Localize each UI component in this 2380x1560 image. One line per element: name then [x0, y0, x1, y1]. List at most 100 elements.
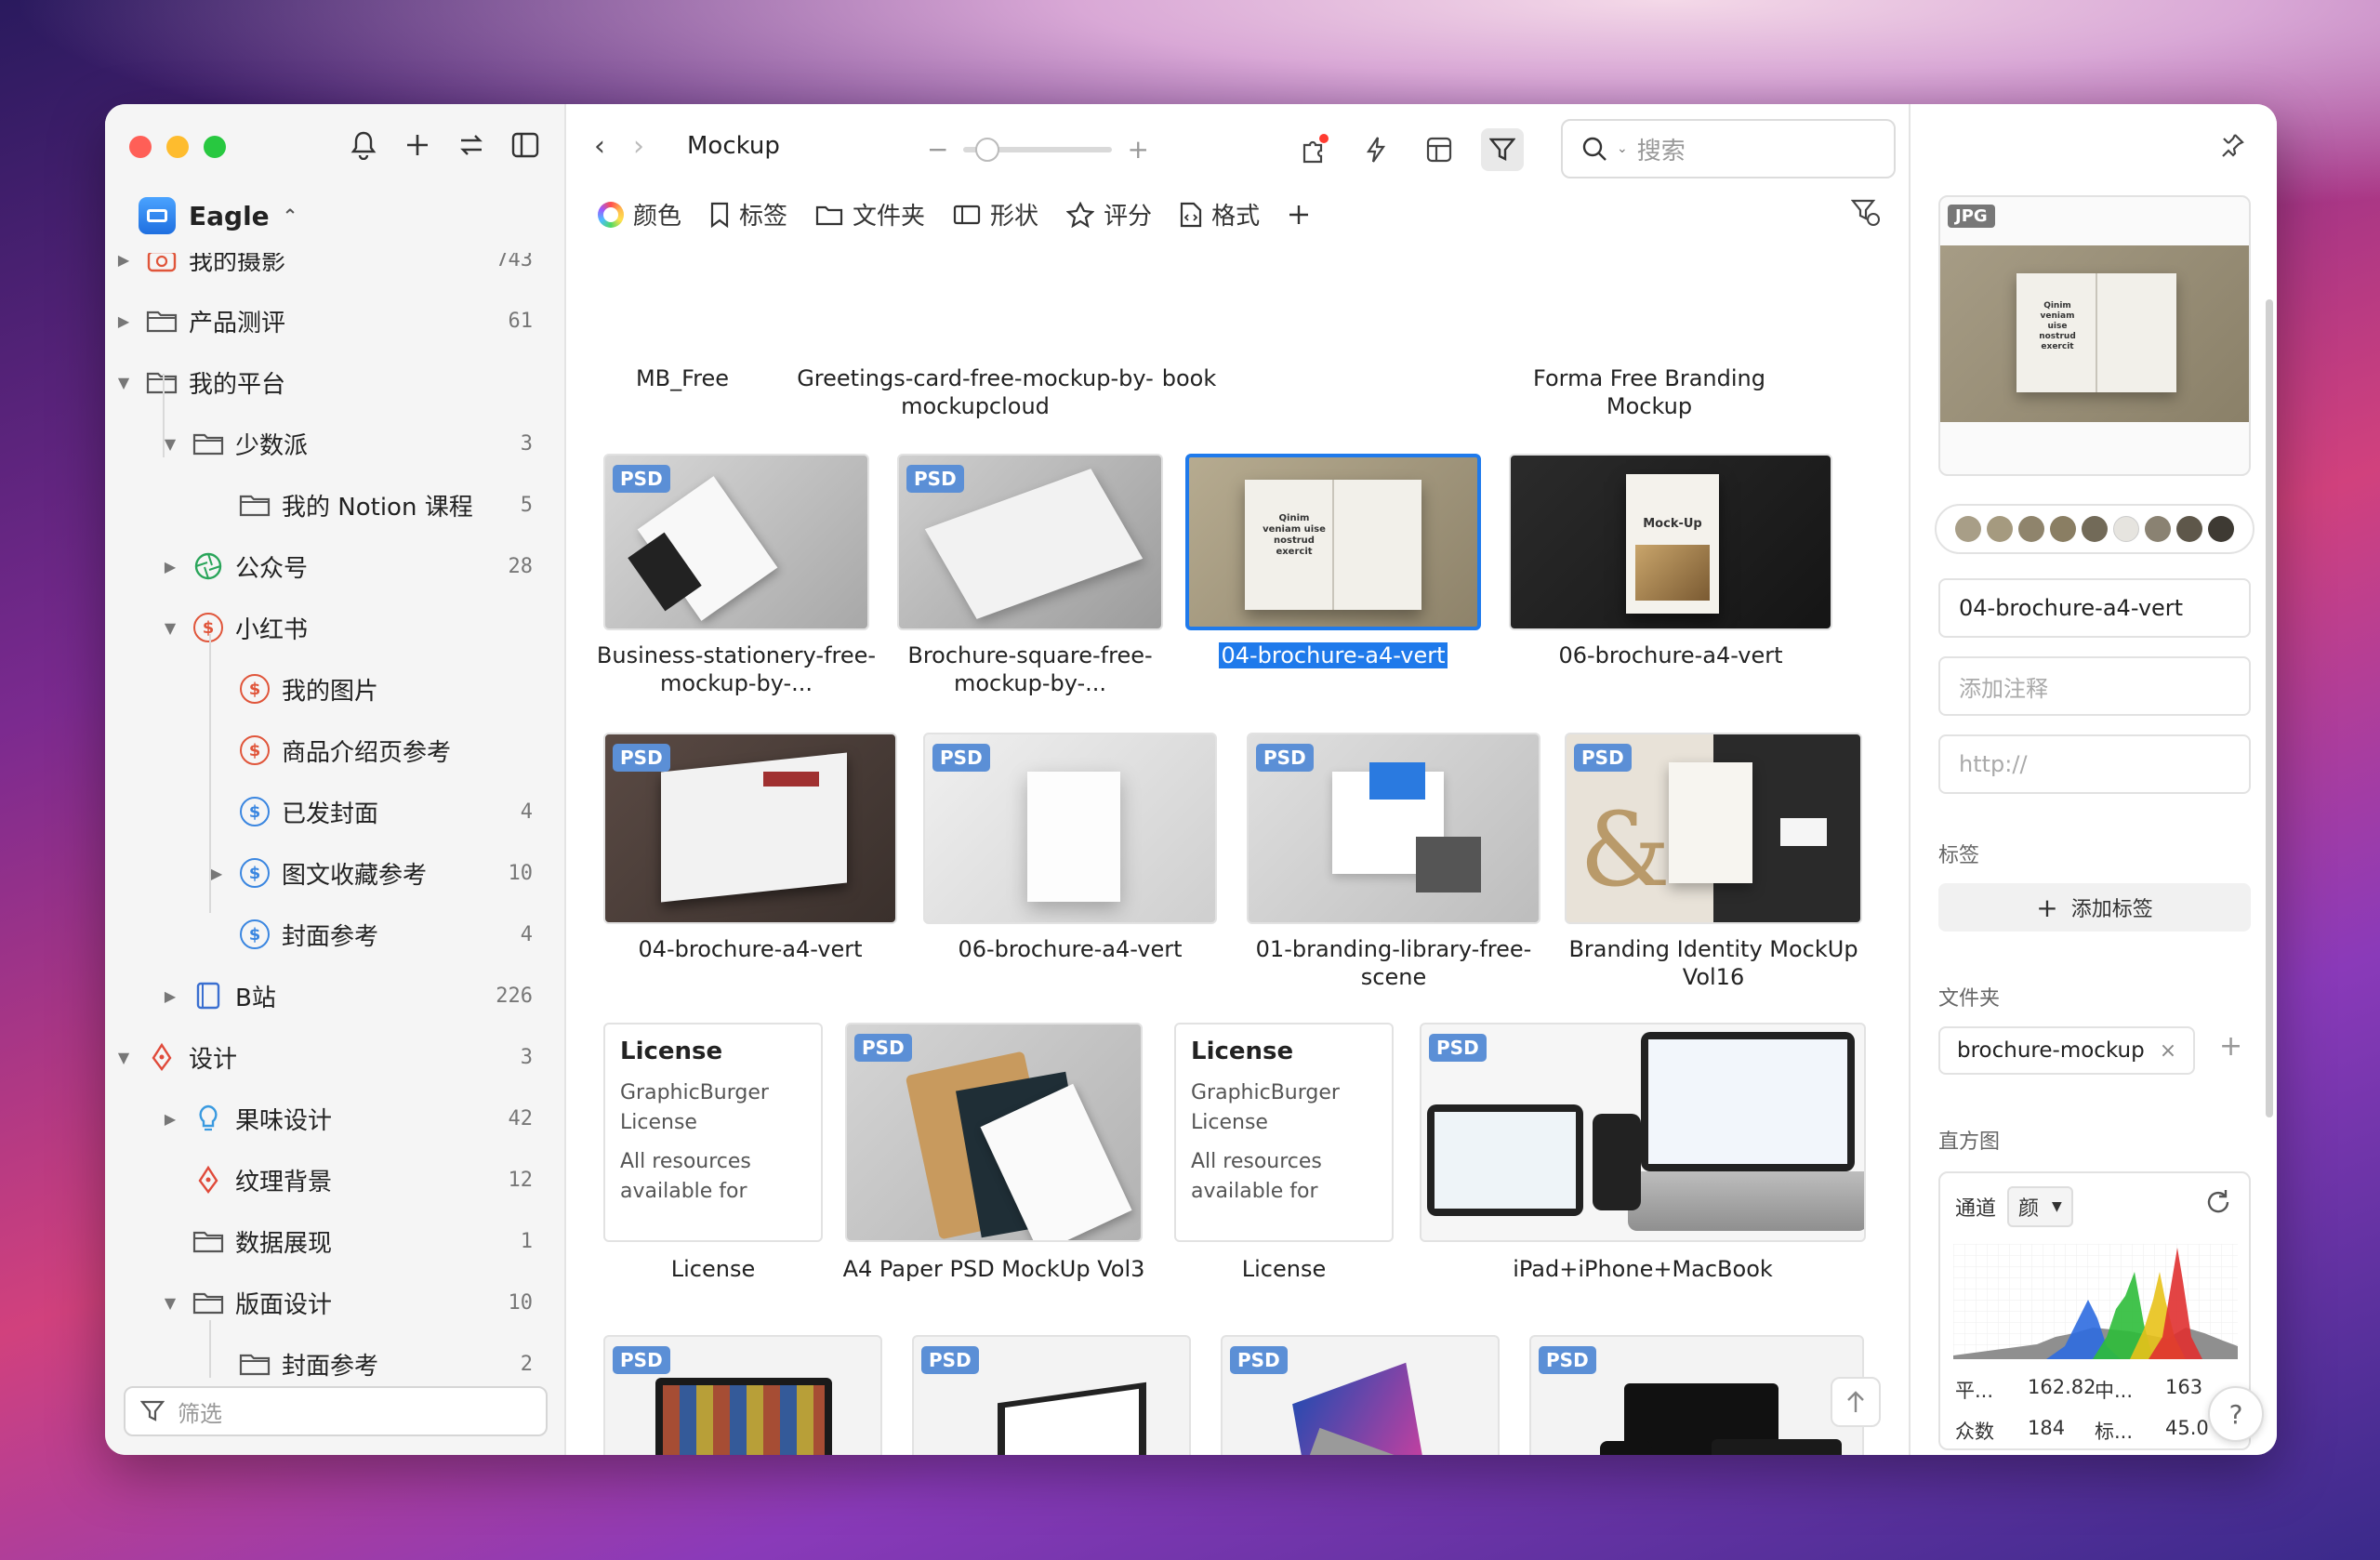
- zoom-window-button[interactable]: [204, 136, 226, 158]
- folder-chip[interactable]: brochure-mockup ×: [1938, 1026, 2196, 1075]
- asset-thumbnail[interactable]: PSD: [1221, 1335, 1500, 1455]
- asset-caption[interactable]: Brochure-square-free-mockup-by-...: [888, 641, 1172, 697]
- asset-caption[interactable]: 06-brochure-a4-vert: [914, 935, 1226, 963]
- sidebar-toggle-icon[interactable]: [510, 128, 540, 162]
- forward-icon[interactable]: ›: [633, 130, 644, 163]
- lightning-icon[interactable]: [1355, 128, 1397, 171]
- asset-thumbnail[interactable]: PSD: [845, 1023, 1143, 1242]
- sidebar-folder-item[interactable]: ▼ $ 小红书: [105, 602, 566, 653]
- asset-thumbnail[interactable]: PSD: [1529, 1335, 1864, 1455]
- name-field[interactable]: 04-brochure-a4-vert: [1938, 578, 2251, 638]
- chevron-down-icon[interactable]: ▼: [114, 1049, 133, 1066]
- palette-swatch[interactable]: [2018, 516, 2044, 542]
- asset-caption[interactable]: Branding Identity MockUp Vol16: [1555, 935, 1871, 991]
- swap-icon[interactable]: [456, 128, 486, 162]
- sidebar-folder-item[interactable]: 我的 Notion 课程 5: [105, 480, 566, 530]
- asset-caption[interactable]: Business-stationery-free-mockup-by-...: [594, 641, 879, 697]
- asset-title[interactable]: MB_Free: [594, 364, 771, 392]
- plus-icon[interactable]: [403, 128, 432, 162]
- asset-thumbnail[interactable]: PSD: [603, 1335, 882, 1455]
- asset-thumbnail[interactable]: PSD: [603, 454, 869, 630]
- filter-color[interactable]: 颜色: [598, 197, 681, 231]
- palette-swatch[interactable]: [2208, 516, 2234, 542]
- inspector-scrollbar[interactable]: [2266, 299, 2273, 1117]
- asset-caption[interactable]: 04-brochure-a4-vert: [1176, 641, 1490, 669]
- license-card[interactable]: License GraphicBurger License All resour…: [603, 1023, 823, 1242]
- sidebar-folder-item[interactable]: 纹理背景 12: [105, 1155, 566, 1205]
- sidebar-folder-item[interactable]: $ 商品介绍页参考: [105, 725, 566, 775]
- zoom-slider-knob[interactable]: [975, 137, 1000, 162]
- palette-swatch[interactable]: [2176, 516, 2202, 542]
- asset-caption[interactable]: License: [1165, 1255, 1403, 1283]
- sidebar-folder-item[interactable]: 数据展现 1: [105, 1216, 566, 1266]
- sidebar-folder-item[interactable]: ▶ 公众号 28: [105, 541, 566, 591]
- preview-card[interactable]: Qinim veniam uise nostrud exercit JPG: [1938, 195, 2251, 476]
- asset-title[interactable]: book: [1003, 364, 1375, 392]
- channel-select[interactable]: 颜 ▼: [2007, 1186, 2073, 1227]
- help-button[interactable]: ?: [2208, 1386, 2264, 1442]
- minimize-window-button[interactable]: [166, 136, 189, 158]
- library-switcher[interactable]: Eagle ⌃: [139, 197, 298, 234]
- asset-title[interactable]: Forma Free Branding Mockup: [1524, 364, 1775, 420]
- chevron-down-icon[interactable]: ▼: [161, 1294, 179, 1312]
- close-window-button[interactable]: [129, 136, 152, 158]
- asset-caption[interactable]: License: [594, 1255, 832, 1283]
- sidebar-filter[interactable]: 筛选: [124, 1386, 548, 1436]
- asset-thumbnail[interactable]: PSD: [1247, 733, 1540, 924]
- sidebar-folder-item[interactable]: ▼ 设计 3: [105, 1032, 566, 1082]
- sidebar-folder-item[interactable]: 封面参考 2: [105, 1339, 566, 1378]
- sidebar-folder-item[interactable]: ▶ 我的摄影 743: [105, 253, 566, 284]
- sidebar-folder-item[interactable]: $ 我的图片: [105, 664, 566, 714]
- chevron-down-icon[interactable]: ▼: [114, 374, 133, 391]
- palette-swatch[interactable]: [2082, 516, 2108, 542]
- asset-thumbnail[interactable]: PSD: [897, 454, 1163, 630]
- add-folder-icon[interactable]: +: [2219, 1030, 2242, 1063]
- asset-caption[interactable]: 01-branding-library-free-scene: [1237, 935, 1550, 991]
- chevron-right-icon[interactable]: ▶: [114, 312, 133, 330]
- chevron-right-icon[interactable]: ▶: [114, 253, 133, 269]
- palette-swatch[interactable]: [2113, 516, 2139, 542]
- filter-rating[interactable]: 评分: [1066, 197, 1152, 231]
- chevron-right-icon[interactable]: ▶: [161, 1110, 179, 1128]
- sidebar-folder-item[interactable]: ▼ 版面设计 10: [105, 1277, 566, 1328]
- chevron-right-icon[interactable]: ▶: [161, 558, 179, 575]
- note-field[interactable]: 添加注释: [1938, 656, 2251, 716]
- sidebar-folder-item[interactable]: ▼ 我的平台: [105, 357, 566, 407]
- zoom-slider[interactable]: [963, 137, 1113, 162]
- palette-swatch[interactable]: [1955, 516, 1981, 542]
- asset-caption[interactable]: iPad+iPhone+MacBook: [1410, 1255, 1875, 1283]
- palette-swatch[interactable]: [2145, 516, 2171, 542]
- sidebar-folder-item[interactable]: ▶ $ 图文收藏参考 10: [105, 848, 566, 898]
- sidebar-folder-item[interactable]: ▶ 果味设计 42: [105, 1093, 566, 1144]
- palette-swatch[interactable]: [2050, 516, 2076, 542]
- sidebar-folder-item[interactable]: ▼ 少数派 3: [105, 418, 566, 469]
- bell-icon[interactable]: [349, 128, 378, 162]
- pin-icon[interactable]: [2219, 132, 2245, 165]
- asset-caption[interactable]: A4 Paper PSD MockUp Vol3: [836, 1255, 1152, 1283]
- chevron-down-icon[interactable]: ▼: [161, 619, 179, 637]
- sidebar-folder-item[interactable]: $ 已发封面 4: [105, 787, 566, 837]
- filter-tags[interactable]: 标签: [709, 197, 787, 231]
- url-field[interactable]: http://: [1938, 734, 2251, 794]
- plugin-icon[interactable]: [1291, 128, 1334, 171]
- scroll-to-top-button[interactable]: [1831, 1377, 1881, 1427]
- asset-thumbnail[interactable]: & PSD: [1565, 733, 1862, 924]
- asset-thumbnail[interactable]: Mock-Up: [1509, 454, 1832, 630]
- filter-toggle-icon[interactable]: [1481, 128, 1524, 171]
- license-card[interactable]: License GraphicBurger License All resour…: [1174, 1023, 1394, 1242]
- asset-thumbnail[interactable]: PSD: [603, 733, 897, 924]
- asset-caption[interactable]: 04-brochure-a4-vert: [594, 935, 906, 963]
- sidebar-folder-item[interactable]: $ 封面参考 4: [105, 909, 566, 959]
- sidebar-folder-item[interactable]: ▶ B站 226: [105, 971, 566, 1021]
- filter-format[interactable]: 格式: [1180, 197, 1260, 231]
- asset-thumbnail[interactable]: PSD: [1420, 1023, 1866, 1242]
- asset-thumbnail[interactable]: Qinim veniam uise nostrud exercit: [1185, 454, 1481, 630]
- chevron-right-icon[interactable]: ▶: [161, 987, 179, 1005]
- search-input[interactable]: ⌄ 搜索: [1561, 119, 1896, 178]
- filter-folders[interactable]: 文件夹: [815, 197, 925, 231]
- remove-icon[interactable]: ×: [2160, 1039, 2176, 1063]
- clear-filter-icon[interactable]: [1850, 199, 1881, 233]
- breadcrumb[interactable]: Mockup: [687, 132, 780, 160]
- zoom-in-icon[interactable]: +: [1127, 134, 1148, 165]
- filter-shape[interactable]: 形状: [953, 197, 1038, 231]
